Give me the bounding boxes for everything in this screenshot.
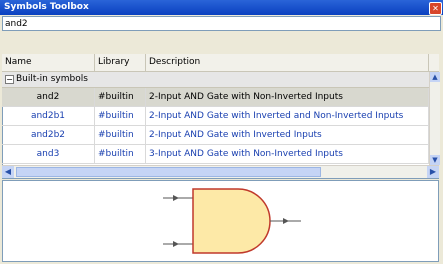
cell-name: and2 (2, 88, 95, 106)
scroll-left-icon[interactable]: ◀ (2, 166, 14, 178)
symbols-toolbox-window: Symbols Toolbox ✕ Name Library Descripti… (0, 0, 443, 264)
window-title: Symbols Toolbox (4, 2, 89, 12)
table-row[interactable]: and2b1 #builtin 2-Input AND Gate with In… (2, 107, 429, 126)
title-bar[interactable]: Symbols Toolbox ✕ (0, 0, 443, 15)
cell-name: and2b1 (2, 107, 95, 125)
table-header: Name Library Description (2, 54, 439, 72)
cell-description: 2-Input AND Gate with Inverted and Non-I… (146, 107, 429, 125)
scroll-down-icon[interactable]: ▼ (430, 155, 440, 165)
scroll-up-icon[interactable]: ▲ (430, 72, 440, 82)
vertical-scrollbar[interactable]: ▲ ▼ (429, 72, 440, 165)
table-row[interactable]: and3 #builtin 3-Input AND Gate with Non-… (2, 145, 429, 164)
cell-library: #builtin (95, 145, 146, 163)
cell-description: 2-Input AND Gate with Non-Inverted Input… (146, 88, 429, 106)
search-box[interactable] (2, 16, 441, 31)
symbol-preview-pane (2, 180, 439, 262)
group-label: Built-in symbols (16, 74, 88, 84)
cell-description: 3-Input AND Gate with Non-Inverted Input… (146, 145, 429, 163)
collapse-toggle-icon[interactable]: − (5, 75, 14, 84)
cell-library: #builtin (95, 126, 146, 144)
close-icon: ✕ (432, 4, 439, 13)
search-input[interactable] (3, 17, 440, 30)
horizontal-scrollbar[interactable]: ◀ ▶ (2, 165, 439, 178)
cell-library: #builtin (95, 107, 146, 125)
horizontal-scroll-thumb[interactable] (16, 167, 321, 177)
table-row[interactable]: and2b2 #builtin 2-Input AND Gate with In… (2, 126, 429, 145)
cell-description: 2-Input AND Gate with Inverted Inputs (146, 126, 429, 144)
and-gate-icon (163, 188, 301, 254)
scroll-right-icon[interactable]: ▶ (427, 166, 439, 178)
cell-name: and3 (2, 145, 95, 163)
cell-library: #builtin (95, 88, 146, 106)
column-header-name[interactable]: Name (2, 54, 95, 71)
table-row[interactable]: and2 #builtin 2-Input AND Gate with Non-… (2, 88, 429, 107)
cell-name: and2b2 (2, 126, 95, 144)
group-row-built-in-symbols[interactable]: − Built-in symbols (2, 72, 429, 88)
column-header-library[interactable]: Library (95, 54, 146, 71)
column-header-description[interactable]: Description (146, 54, 429, 71)
close-button[interactable]: ✕ (429, 2, 442, 15)
